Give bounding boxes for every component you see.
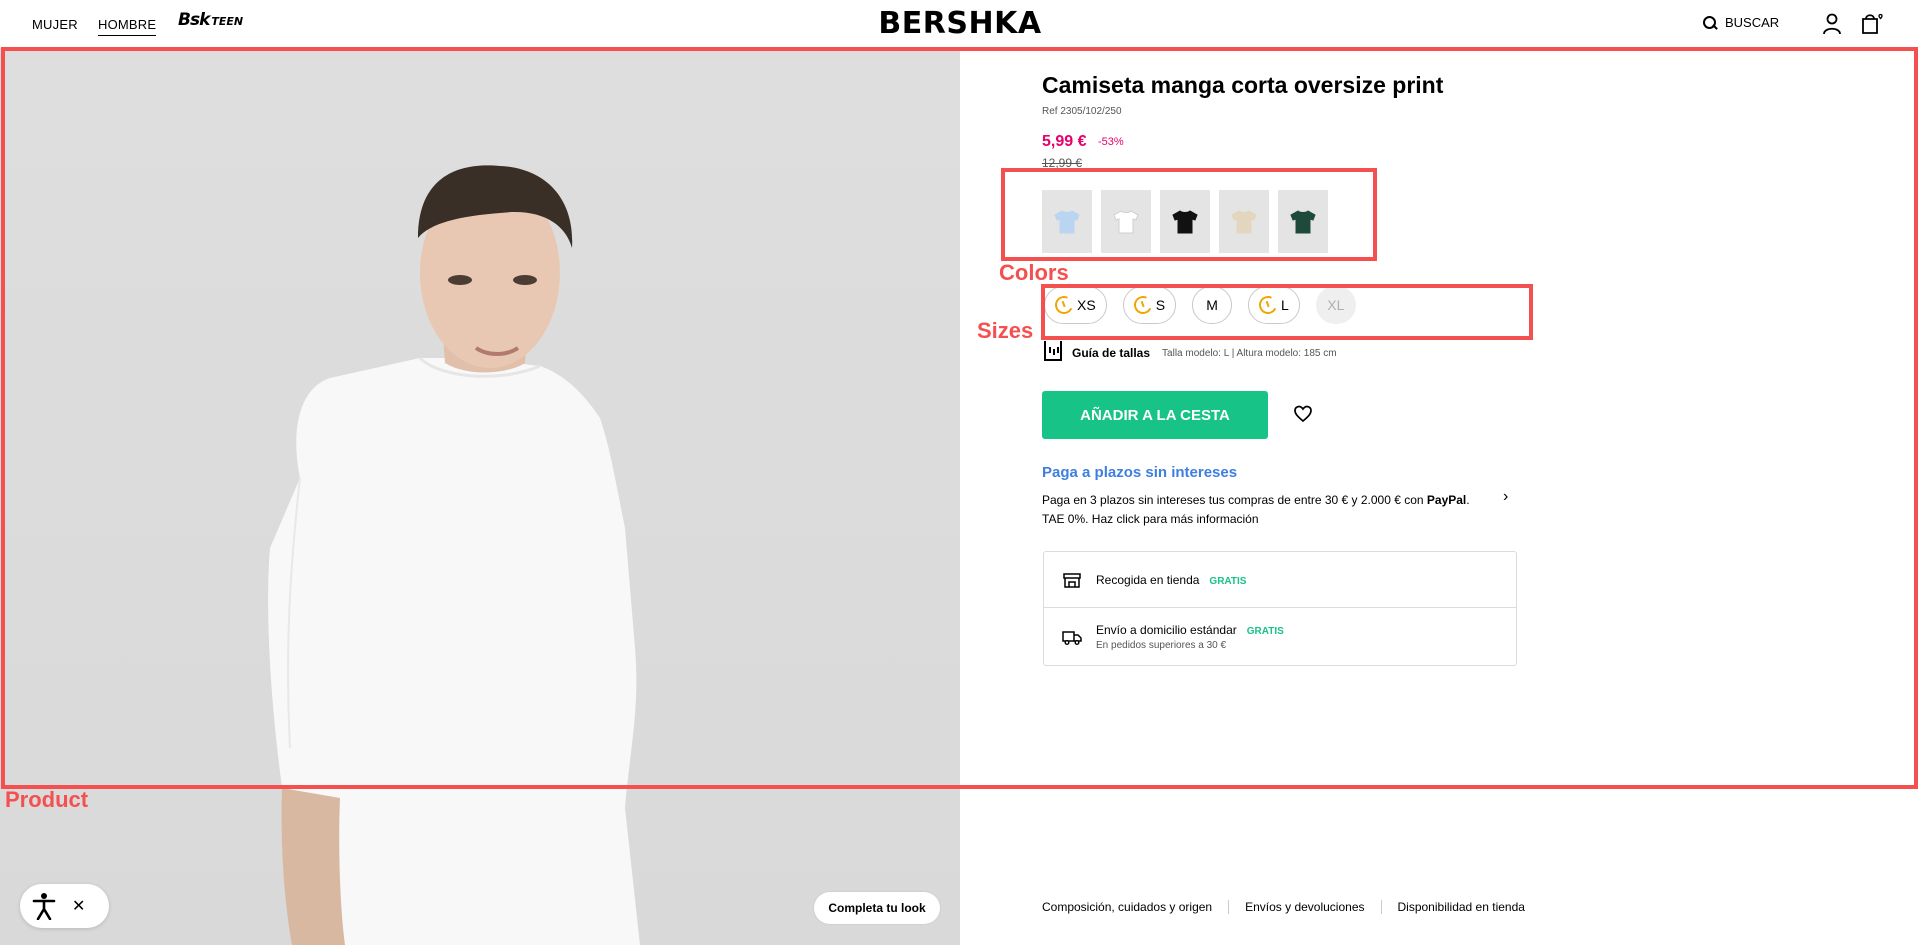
sizes-annotation-box: [1041, 284, 1533, 340]
colors-annotation-label: Colors: [999, 260, 1069, 285]
divider: [1228, 900, 1230, 914]
search-button[interactable]: BUSCAR: [1703, 15, 1779, 30]
search-label: BUSCAR: [1725, 15, 1780, 30]
accessibility-widget: ✕: [20, 884, 109, 928]
top-header: MUJER HOMBRE Bsk TEEN BERSHKA BUSCAR: [0, 0, 1920, 48]
link-shipping-returns[interactable]: Envíos y devoluciones: [1245, 900, 1364, 914]
product-annotation-box: [1, 47, 1918, 789]
accessibility-icon[interactable]: [32, 892, 56, 920]
divider: [1380, 900, 1382, 914]
link-composition[interactable]: Composición, cuidados y origen: [1042, 900, 1212, 914]
user-icon[interactable]: [1822, 13, 1842, 35]
close-icon[interactable]: ✕: [72, 896, 85, 916]
search-icon: [1703, 15, 1717, 30]
link-store-availability[interactable]: Disponibilidad en tienda: [1398, 900, 1525, 914]
complete-look-button[interactable]: Completa tu look: [814, 892, 940, 924]
brand-logo[interactable]: BERSHKA: [0, 6, 1920, 41]
colors-annotation-box: [1001, 168, 1377, 261]
product-info-links: Composición, cuidados y origen Envíos y …: [1042, 900, 1525, 914]
sizes-annotation-label: Sizes: [977, 318, 1034, 343]
product-annotation-label: Product: [5, 787, 89, 812]
shopping-bag-icon[interactable]: [1860, 11, 1884, 35]
